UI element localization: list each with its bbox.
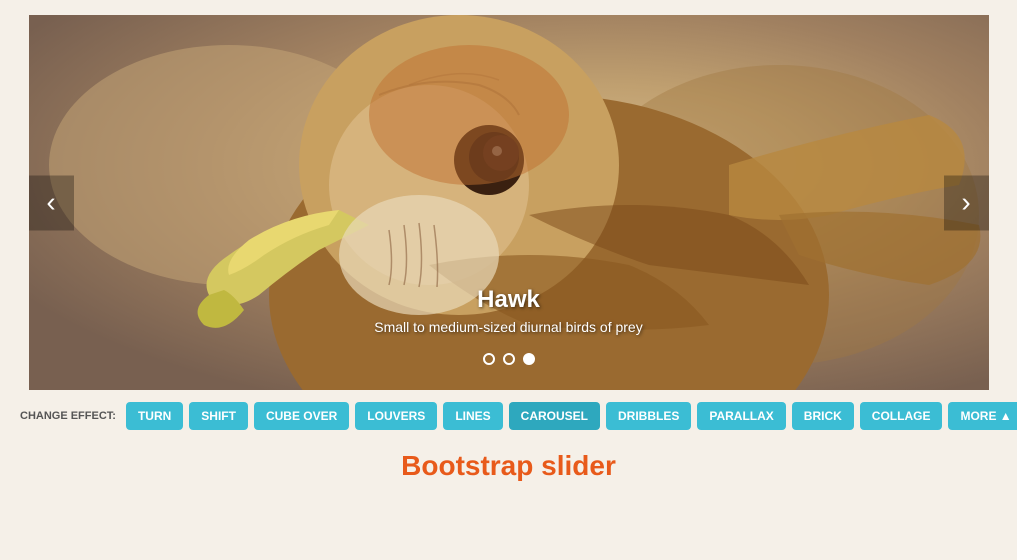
caption-subtitle: Small to medium-sized diurnal birds of p… [374, 319, 642, 335]
prev-icon: ‹ [46, 187, 55, 219]
effect-louvers-button[interactable]: LOUVERS [355, 402, 437, 430]
carousel-container: ‹ › Hawk Small to medium-sized diurnal b… [29, 15, 989, 390]
effect-dribbles-button[interactable]: DRIBBLES [606, 402, 691, 430]
effect-brick-button[interactable]: BRICK [792, 402, 854, 430]
effect-more-button[interactable]: MORE ▲ [948, 402, 1017, 430]
caption-title: Hawk [374, 286, 642, 314]
footer-title: Bootstrap slider [0, 450, 1017, 482]
effect-turn-button[interactable]: TURN [126, 402, 183, 430]
indicator-2[interactable] [503, 353, 515, 365]
controls-bar: CHANGE EFFECT: TURN SHIFT CUBE OVER LOUV… [0, 390, 1017, 442]
carousel-prev-button[interactable]: ‹ [29, 175, 74, 230]
indicator-3[interactable] [523, 353, 535, 365]
indicator-1[interactable] [483, 353, 495, 365]
next-icon: › [961, 187, 970, 219]
carousel-indicators [483, 353, 535, 365]
controls-label: CHANGE EFFECT: [20, 410, 116, 422]
effect-lines-button[interactable]: LINES [443, 402, 502, 430]
effect-cube-over-button[interactable]: CUBE OVER [254, 402, 349, 430]
effect-parallax-button[interactable]: PARALLAX [697, 402, 785, 430]
effect-carousel-button[interactable]: CAROUSEL [509, 402, 600, 430]
carousel-caption: Hawk Small to medium-sized diurnal birds… [374, 286, 642, 335]
effect-collage-button[interactable]: COLLAGE [860, 402, 943, 430]
carousel-next-button[interactable]: › [944, 175, 989, 230]
effect-shift-button[interactable]: SHIFT [189, 402, 248, 430]
